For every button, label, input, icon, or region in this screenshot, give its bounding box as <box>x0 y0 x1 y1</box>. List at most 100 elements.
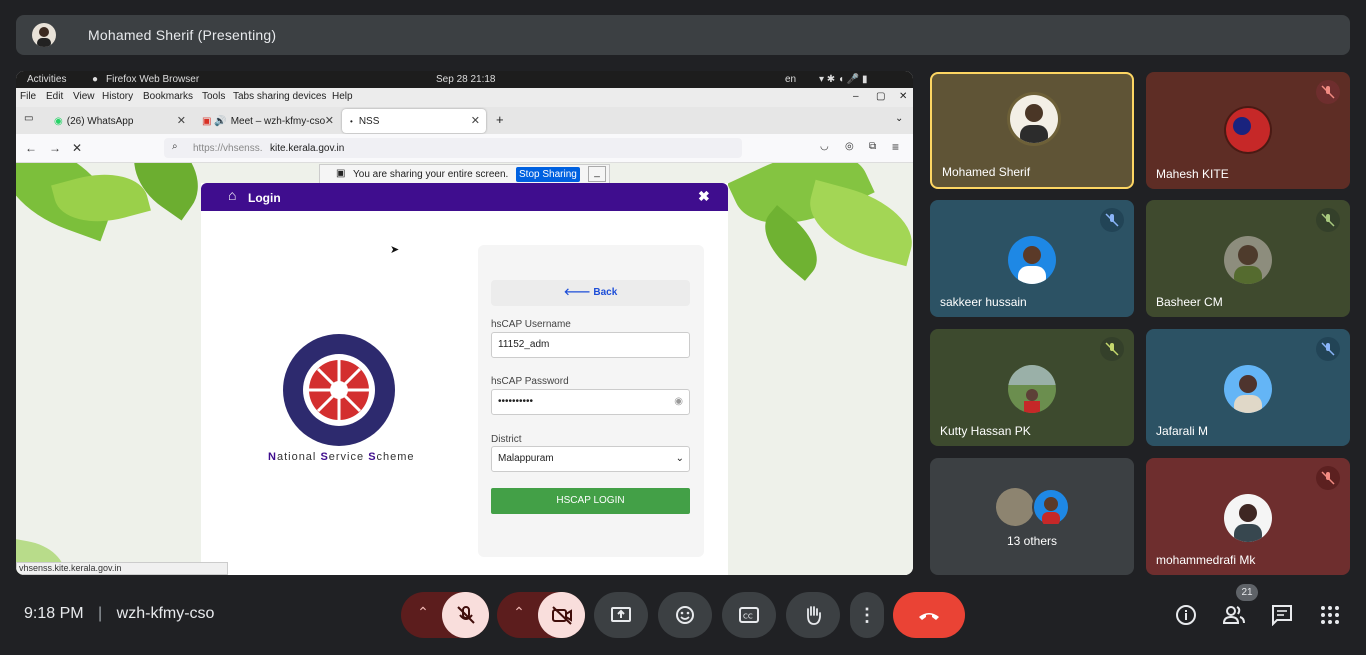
hamburger-menu-icon[interactable]: ≡ <box>892 140 899 154</box>
password-value: •••••••••• <box>498 396 534 407</box>
chevron-up-icon[interactable]: ⌃ <box>507 604 531 621</box>
minimize-icon[interactable]: – <box>853 91 859 102</box>
browser-tab-bar: ▭ ◉ (26) WhatsApp ✕ ▣ 🔊 Meet – wzh-kfmy-… <box>16 107 913 134</box>
password-input[interactable]: •••••••••• ◉ <box>491 389 690 415</box>
tab-label: Meet – wzh-kfmy-cso <box>230 115 326 127</box>
mic-off-icon <box>456 606 475 624</box>
gnome-top-bar: Activities ● Firefox Web Browser Sep 28 … <box>16 71 913 88</box>
more-options-button[interactable]: ⋮ <box>850 592 884 638</box>
participant-tile[interactable]: Mohamed Sherif <box>930 72 1134 189</box>
tab-label: NSS <box>358 115 380 127</box>
presenter-avatar <box>32 23 56 47</box>
camera-off-button[interactable] <box>538 592 585 638</box>
hand-icon <box>807 606 821 625</box>
chevron-up-icon[interactable]: ⌃ <box>411 604 435 621</box>
reactions-button[interactable] <box>658 592 712 638</box>
end-call-icon <box>919 613 939 620</box>
modal-header: ⌂ Login ✖ <box>201 183 728 211</box>
menu-tabs-sharing[interactable]: Tabs sharing devices <box>233 91 326 102</box>
participant-tile[interactable]: Jafarali M <box>1146 329 1350 446</box>
close-tab-icon[interactable]: ✕ <box>471 114 480 127</box>
mic-off-button[interactable] <box>442 592 489 638</box>
datetime: Sep 28 21:18 <box>436 74 496 85</box>
extensions-icon[interactable]: ⧉ <box>869 141 876 152</box>
stop-loading-icon[interactable]: ✕ <box>72 141 82 155</box>
participant-name: Kutty Hassan PK <box>940 424 1031 438</box>
username-label: hsCAP Username <box>491 319 571 330</box>
activities-button[interactable] <box>1313 598 1347 632</box>
activities-button[interactable]: Activities <box>27 74 66 85</box>
participant-tile[interactable]: Kutty Hassan PK <box>930 329 1134 446</box>
chat-button[interactable] <box>1265 598 1299 632</box>
avatar <box>996 488 1034 526</box>
tab-nss[interactable]: • NSS ✕ <box>342 109 486 133</box>
org-name: National Service Scheme <box>268 451 415 463</box>
others-tile[interactable]: 13 others <box>930 458 1134 575</box>
avatar <box>1008 236 1056 284</box>
avatar <box>1032 488 1070 526</box>
tab-meet[interactable]: ▣ 🔊 Meet – wzh-kfmy-cso ✕ <box>194 109 340 133</box>
firefox-icon: ● <box>92 74 99 85</box>
close-window-icon[interactable]: ✕ <box>899 91 907 102</box>
menu-tools[interactable]: Tools <box>202 91 225 102</box>
district-value: Malappuram <box>498 453 554 464</box>
back-button[interactable]: 🡐 Back <box>491 280 690 306</box>
svg-text:CC: CC <box>743 613 753 621</box>
emoji-icon <box>676 606 694 624</box>
login-form-card: 🡐 Back hsCAP Username 11152_adm hsCAP Pa… <box>478 245 704 557</box>
system-tray-icons[interactable]: ▾ ✱ ◖ 🎤 ▮ <box>819 74 868 85</box>
tab-overview-icon[interactable]: ▭ <box>24 113 33 124</box>
org-initial: S <box>320 451 329 463</box>
org-word: cheme <box>376 451 415 463</box>
back-arrow-icon[interactable]: ← <box>25 141 37 155</box>
hide-banner-button[interactable]: _ <box>588 166 606 182</box>
mic-off-icon <box>1100 337 1124 361</box>
close-modal-icon[interactable]: ✖ <box>698 188 710 205</box>
tab-list-icon[interactable]: ⌄ <box>895 113 903 124</box>
forward-arrow-icon[interactable]: → <box>49 141 61 155</box>
avatar <box>1008 365 1056 413</box>
present-screen-button[interactable] <box>594 592 648 638</box>
mic-off-icon <box>1100 208 1124 232</box>
close-tab-icon[interactable]: ✕ <box>177 114 186 127</box>
tab-whatsapp[interactable]: ◉ (26) WhatsApp ✕ <box>46 109 192 133</box>
leave-call-button[interactable] <box>893 592 965 638</box>
meeting-code: wzh-kfmy-cso <box>116 605 215 622</box>
people-button[interactable] <box>1217 598 1251 632</box>
participant-tile[interactable]: sakkeer hussain <box>930 200 1134 317</box>
close-tab-icon[interactable]: ✕ <box>325 114 334 127</box>
participant-tile[interactable]: Mahesh KITE <box>1146 72 1350 189</box>
menu-history[interactable]: History <box>102 91 133 102</box>
divider: | <box>98 605 103 622</box>
new-tab-icon[interactable]: + <box>496 112 504 127</box>
presenter-name: Mohamed Sherif (Presenting) <box>88 27 277 43</box>
stop-sharing-button[interactable]: Stop Sharing <box>516 167 580 182</box>
participant-name: Mohamed Sherif <box>942 165 1031 179</box>
participant-tile[interactable]: Basheer CM <box>1146 200 1350 317</box>
meeting-details-button[interactable] <box>1169 598 1203 632</box>
url-bar[interactable]: ⌕ https://vhsenss. kite.kerala.gov.in <box>164 138 742 158</box>
menu-file[interactable]: File <box>20 91 36 102</box>
menu-view[interactable]: View <box>73 91 95 102</box>
participant-count-badge: 21 <box>1236 584 1258 601</box>
org-initial: N <box>268 451 277 463</box>
menu-help[interactable]: Help <box>332 91 353 102</box>
captions-button[interactable]: CC <box>722 592 776 638</box>
account-icon[interactable]: ◎ <box>845 141 854 152</box>
pocket-icon[interactable]: ◡ <box>820 141 829 152</box>
participant-tile[interactable]: mohammedrafi Mk <box>1146 458 1350 575</box>
menu-bookmarks[interactable]: Bookmarks <box>143 91 193 102</box>
eye-icon[interactable]: ◉ <box>674 390 683 414</box>
menu-edit[interactable]: Edit <box>46 91 63 102</box>
hscap-login-button[interactable]: HSCAP LOGIN <box>491 488 690 514</box>
maximize-icon[interactable]: ▢ <box>876 91 885 102</box>
mic-off-icon <box>1316 208 1340 232</box>
participant-name: sakkeer hussain <box>940 295 1027 309</box>
login-modal: ⌂ Login ✖ National Service Scheme 🡐 Back… <box>201 183 728 575</box>
tab-label: (26) WhatsApp <box>66 115 134 127</box>
raise-hand-button[interactable] <box>786 592 840 638</box>
people-icon <box>1222 606 1245 624</box>
district-select[interactable]: Malappuram ⌄ <box>491 446 690 472</box>
username-input[interactable]: 11152_adm <box>491 332 690 358</box>
info-icon <box>1176 605 1196 625</box>
